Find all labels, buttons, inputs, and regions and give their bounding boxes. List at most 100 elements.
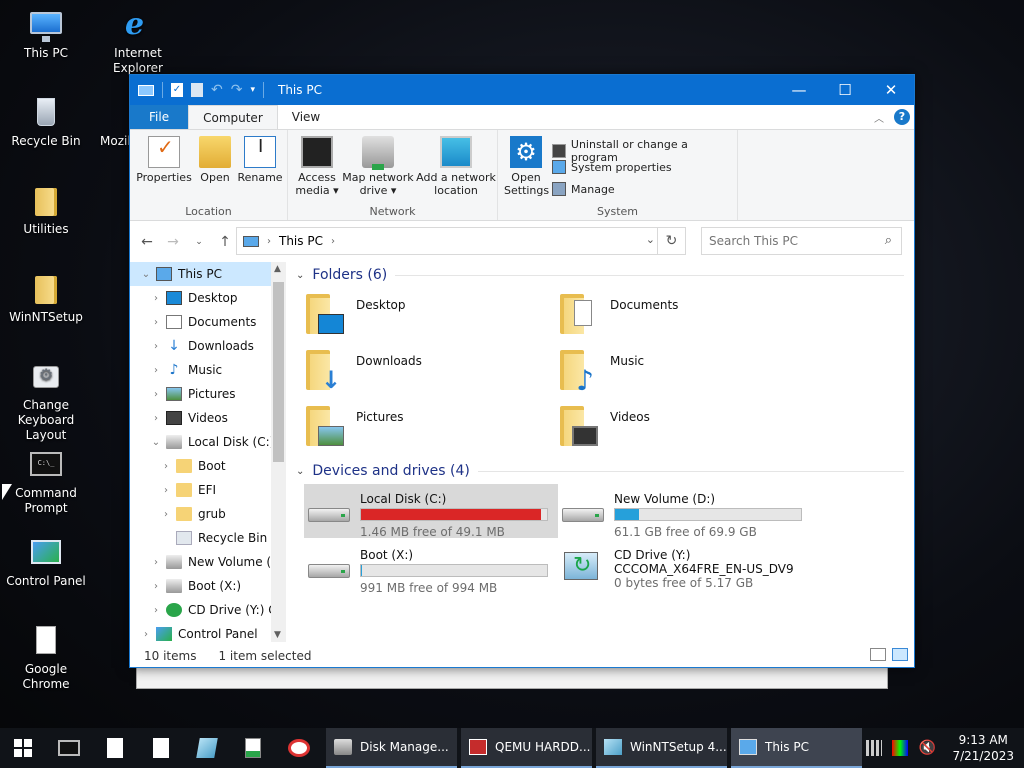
desktop-icon-google-chrome[interactable]: Google Chrome — [0, 624, 92, 692]
collapse-chevron-icon[interactable]: ⌄ — [140, 269, 152, 280]
nav-item-downloads[interactable]: › ↓ Downloads — [130, 334, 286, 358]
expand-chevron-icon[interactable]: › — [150, 317, 162, 328]
nav-item-recycle-bin[interactable]: Recycle Bin — [130, 526, 286, 550]
expand-chevron-icon[interactable]: › — [140, 629, 152, 640]
forward-arrow-icon[interactable]: → — [164, 234, 182, 250]
nav-item-grub-folder[interactable]: › grub — [130, 502, 286, 526]
new-folder-icon[interactable] — [191, 83, 203, 97]
collapse-chevron-icon[interactable]: ⌄ — [150, 437, 162, 448]
nav-item-boot-folder[interactable]: › Boot — [130, 454, 286, 478]
recent-locations-icon[interactable]: ⌄ — [190, 237, 208, 247]
expand-chevron-icon[interactable]: › — [150, 413, 162, 424]
tab-computer[interactable]: Computer — [188, 105, 278, 129]
search-box[interactable]: ⌕ — [701, 227, 902, 255]
nav-item-local-disk-c[interactable]: ⌄ Local Disk (C:) — [130, 430, 286, 454]
nav-item-this-pc[interactable]: ⌄ This PC — [130, 262, 286, 286]
expand-chevron-icon[interactable]: › — [150, 557, 162, 568]
tab-file[interactable]: File — [130, 105, 189, 129]
nav-item-control-panel[interactable]: › Control Panel — [130, 622, 286, 642]
display-color-icon[interactable] — [892, 740, 909, 756]
refresh-icon[interactable]: ↻ — [657, 228, 685, 254]
search-input[interactable] — [709, 234, 869, 248]
breadcrumb-separator-icon[interactable]: › — [267, 236, 271, 247]
nav-item-new-volume-d[interactable]: › New Volume (D — [130, 550, 286, 574]
help-icon[interactable]: ? — [894, 109, 910, 125]
customize-dropdown-icon[interactable]: ▾ — [250, 85, 255, 95]
folder-tile-downloads[interactable]: ↓ Downloads — [304, 344, 558, 400]
scroll-up-icon[interactable]: ▲ — [274, 264, 281, 274]
collapse-chevron-icon[interactable]: ⌄ — [296, 270, 304, 281]
address-bar[interactable]: › This PC › ⌄ ↻ — [236, 227, 686, 255]
folder-tile-music[interactable]: ♪ Music — [558, 344, 812, 400]
properties-button[interactable]: Properties — [136, 136, 192, 184]
desktop-icon-winntsetup[interactable]: WinNTSetup — [0, 272, 92, 325]
taskbar-pin-registry[interactable] — [230, 728, 276, 768]
start-button[interactable] — [0, 728, 46, 768]
collapse-chevron-icon[interactable]: ⌄ — [296, 466, 304, 477]
taskbar-pin-file-2[interactable] — [138, 728, 184, 768]
nav-item-boot-x[interactable]: › Boot (X:) — [130, 574, 286, 598]
nav-item-pictures[interactable]: › Pictures — [130, 382, 286, 406]
drive-tile-cd-drive-y[interactable]: CD Drive (Y:) CCCOMA_X64FRE_EN-US_DV9 0 … — [558, 540, 812, 594]
desktop-icon-internet-explorer[interactable]: e Internet Explorer — [92, 8, 184, 76]
undo-icon[interactable]: ↶ — [211, 82, 223, 98]
breadcrumb-separator-icon[interactable]: › — [331, 236, 335, 247]
map-network-drive-button[interactable]: Map network drive ▾ — [342, 136, 414, 197]
taskbar-pin-file-1[interactable] — [92, 728, 138, 768]
tab-view[interactable]: View — [278, 105, 334, 129]
open-settings-button[interactable]: ⚙ Open Settings — [504, 136, 549, 197]
title-bar[interactable]: ✓ ↶ ↷ ▾ This PC — ☐ ✕ — [130, 75, 914, 105]
add-network-location-button[interactable]: Add a network location — [416, 136, 496, 197]
large-icons-view-icon[interactable] — [892, 648, 908, 661]
nav-item-music[interactable]: › ♪ Music — [130, 358, 286, 382]
redo-icon[interactable]: ↷ — [231, 82, 243, 98]
expand-chevron-icon[interactable]: › — [150, 293, 162, 304]
close-button[interactable]: ✕ — [868, 75, 914, 105]
taskbar-pin-winntsetup[interactable] — [184, 728, 230, 768]
maximize-button[interactable]: ☐ — [822, 75, 868, 105]
address-dropdown-icon[interactable]: ⌄ — [646, 233, 655, 246]
folder-tile-documents[interactable]: Documents — [558, 288, 812, 344]
nav-item-desktop[interactable]: › Desktop — [130, 286, 286, 310]
folders-section-header[interactable]: ⌄ Folders (6) — [290, 262, 910, 288]
desktop-icon-mozilla[interactable]: Mozil — [86, 96, 131, 149]
expand-chevron-icon[interactable]: › — [160, 461, 172, 472]
desktop-icon-this-pc[interactable]: This PC — [0, 8, 92, 61]
system-properties-button[interactable]: System properties — [552, 160, 672, 174]
drive-tile-local-disk-c[interactable]: Local Disk (C:) 1.46 MB free of 49.1 MB — [304, 484, 558, 539]
expand-chevron-icon[interactable]: › — [150, 389, 162, 400]
taskbar-pin-command-prompt[interactable] — [46, 728, 92, 768]
collapse-ribbon-icon[interactable]: ︿ — [874, 110, 884, 125]
open-button[interactable]: Open — [196, 136, 234, 184]
network-icon[interactable] — [866, 740, 883, 756]
expand-chevron-icon[interactable]: › — [150, 365, 162, 376]
volume-muted-icon[interactable]: 🔇 — [918, 740, 936, 756]
nav-item-efi-folder[interactable]: › EFI — [130, 478, 286, 502]
drive-tile-new-volume-d[interactable]: New Volume (D:) 61.1 GB free of 69.9 GB — [558, 484, 812, 539]
taskbar-task-disk-management[interactable]: Disk Manage... — [326, 728, 457, 768]
expand-chevron-icon[interactable]: › — [150, 605, 162, 616]
expand-chevron-icon[interactable]: › — [150, 341, 162, 352]
minimize-button[interactable]: — — [776, 75, 822, 105]
back-arrow-icon[interactable]: ← — [138, 234, 156, 250]
drives-section-header[interactable]: ⌄ Devices and drives (4) — [290, 458, 910, 484]
access-media-button[interactable]: Access media ▾ — [294, 136, 340, 197]
nav-item-documents[interactable]: › Documents — [130, 310, 286, 334]
taskbar-task-qemu[interactable]: QEMU HARDD... — [461, 728, 592, 768]
folder-tile-desktop[interactable]: Desktop — [304, 288, 558, 344]
desktop-icon-change-keyboard-layout[interactable]: Change Keyboard Layout — [0, 360, 92, 443]
clock[interactable]: 9:13 AM 7/21/2023 — [952, 732, 1014, 764]
expand-chevron-icon[interactable]: › — [160, 485, 172, 496]
up-arrow-icon[interactable]: ↑ — [216, 234, 234, 250]
breadcrumb-this-pc[interactable]: This PC — [279, 234, 323, 248]
folder-tile-videos[interactable]: Videos — [558, 400, 812, 456]
nav-item-videos[interactable]: › Videos — [130, 406, 286, 430]
taskbar-task-winntsetup[interactable]: WinNTSetup 4.... — [596, 728, 727, 768]
desktop-icon-control-panel[interactable]: Control Panel — [0, 536, 92, 589]
scrollbar-thumb[interactable] — [273, 282, 284, 462]
nav-item-cd-drive-y[interactable]: › CD Drive (Y:) C — [130, 598, 286, 622]
desktop-icon-recycle-bin[interactable]: Recycle Bin — [0, 96, 92, 149]
rename-button[interactable]: Rename — [236, 136, 284, 184]
details-view-icon[interactable] — [870, 648, 886, 661]
manage-button[interactable]: Manage — [552, 182, 615, 196]
